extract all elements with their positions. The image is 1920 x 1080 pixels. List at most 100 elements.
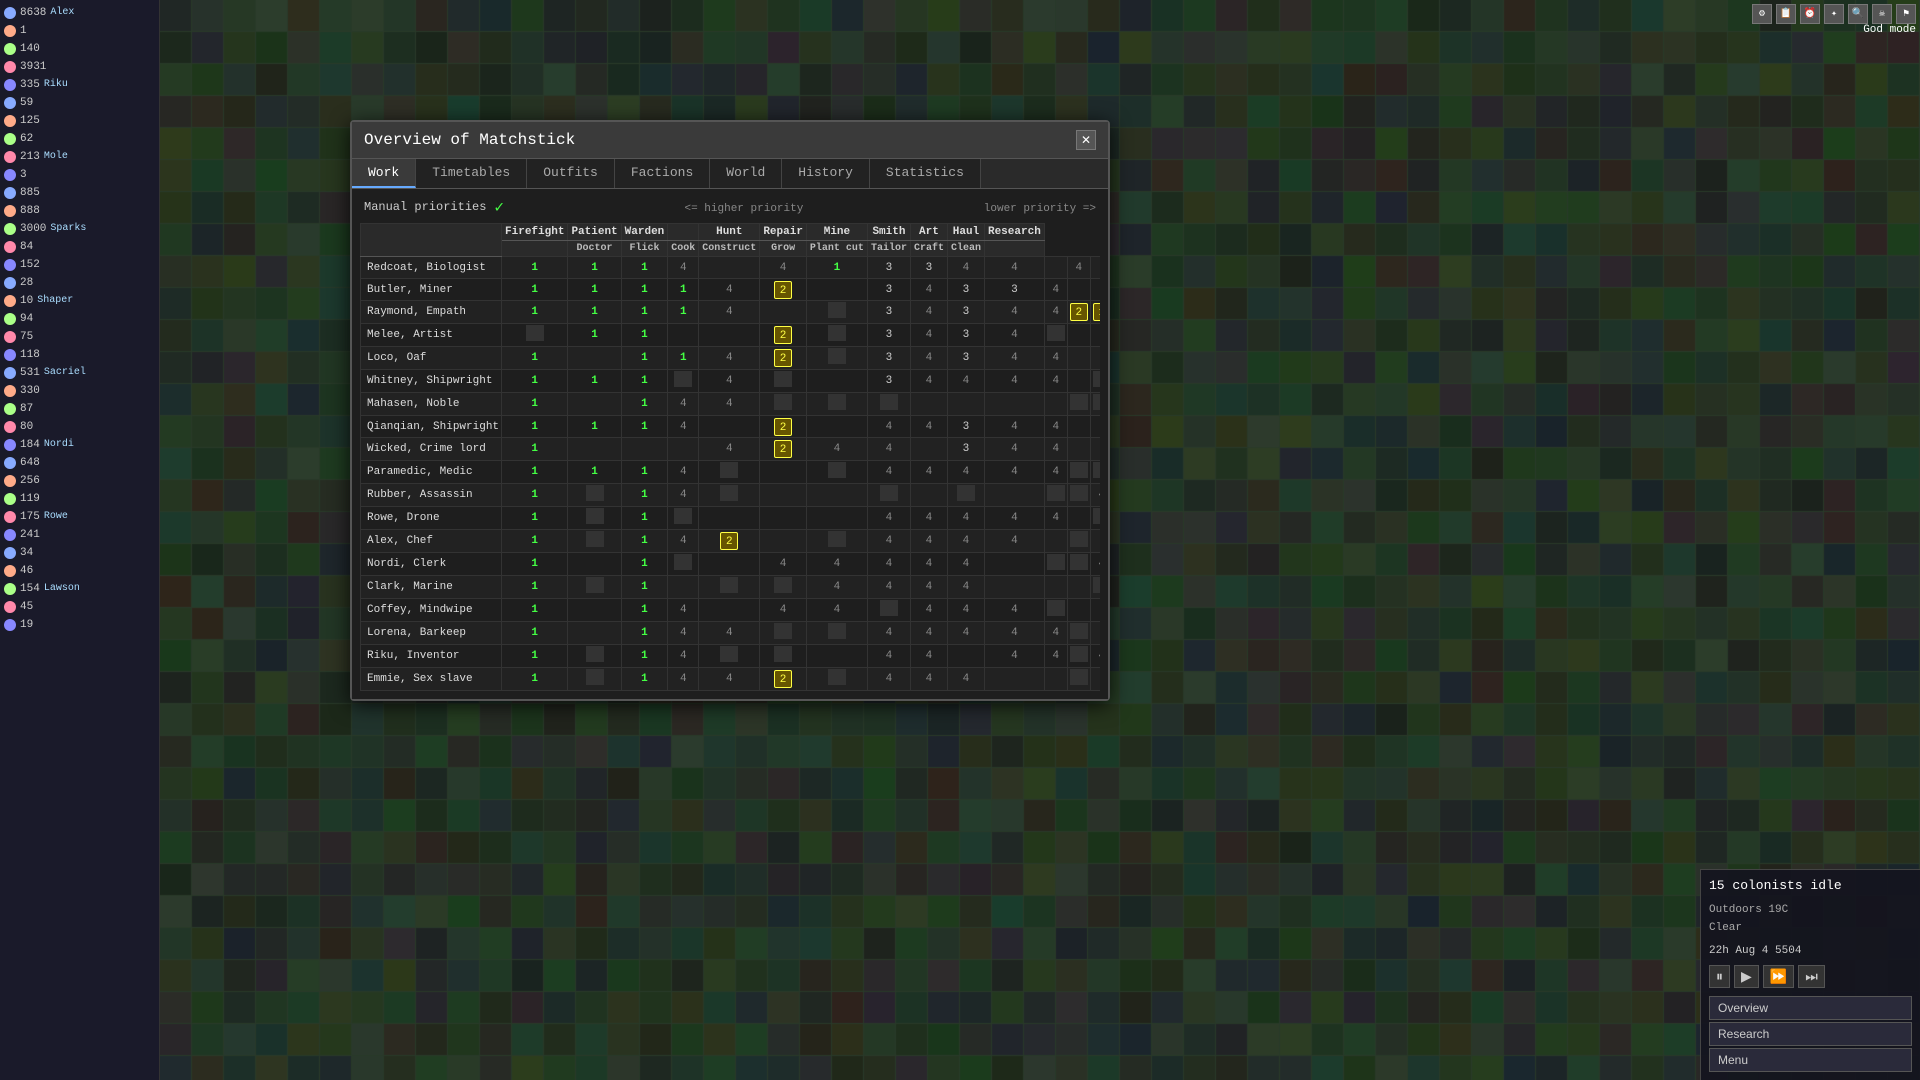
work-cell[interactable]: 4 bbox=[984, 324, 1044, 347]
work-cell[interactable]: 2 bbox=[760, 416, 807, 438]
work-cell[interactable] bbox=[1090, 416, 1100, 438]
work-cell[interactable]: 3 bbox=[867, 370, 910, 393]
work-cell[interactable] bbox=[806, 370, 867, 393]
work-cell[interactable] bbox=[668, 370, 699, 393]
work-cell[interactable]: 1 bbox=[621, 324, 668, 347]
hud-icon-6[interactable]: ☠ bbox=[1872, 4, 1892, 24]
work-cell[interactable]: 1 bbox=[502, 279, 568, 301]
work-cell[interactable]: 4 bbox=[984, 370, 1044, 393]
work-cell[interactable]: 4 bbox=[947, 576, 984, 599]
work-cell[interactable] bbox=[1044, 576, 1067, 599]
work-cell[interactable] bbox=[568, 668, 621, 691]
work-cell[interactable] bbox=[1067, 438, 1090, 461]
work-cell[interactable]: 4 bbox=[910, 279, 947, 301]
work-cell[interactable] bbox=[984, 668, 1044, 691]
work-cell[interactable] bbox=[806, 484, 867, 507]
work-cell[interactable] bbox=[1067, 599, 1090, 622]
work-cell[interactable]: 4 bbox=[1044, 438, 1067, 461]
tab-world[interactable]: World bbox=[710, 159, 782, 188]
work-cell[interactable] bbox=[947, 645, 984, 668]
work-cell[interactable]: 3 bbox=[867, 301, 910, 324]
tab-work[interactable]: Work bbox=[352, 159, 416, 188]
work-cell[interactable]: 1 bbox=[502, 576, 568, 599]
work-cell[interactable] bbox=[947, 393, 984, 416]
work-cell[interactable] bbox=[568, 599, 621, 622]
work-cell[interactable] bbox=[760, 370, 807, 393]
work-cell[interactable]: 4 bbox=[699, 393, 760, 416]
br-menu-overview[interactable]: Overview bbox=[1709, 996, 1912, 1020]
work-cell[interactable]: 4 bbox=[947, 507, 984, 530]
work-cell[interactable] bbox=[806, 645, 867, 668]
work-cell[interactable]: 4 bbox=[806, 599, 867, 622]
work-cell[interactable]: 2 bbox=[760, 347, 807, 370]
work-cell[interactable]: 1 bbox=[568, 301, 621, 324]
work-cell[interactable] bbox=[699, 461, 760, 484]
work-cell[interactable]: 4 bbox=[984, 530, 1044, 553]
work-cell[interactable] bbox=[1067, 530, 1090, 553]
work-cell[interactable]: 4 bbox=[984, 347, 1044, 370]
work-cell[interactable]: 1 bbox=[621, 576, 668, 599]
work-cell[interactable] bbox=[867, 393, 910, 416]
work-cell[interactable]: 4 bbox=[1044, 301, 1067, 324]
work-cell[interactable]: 4 bbox=[947, 622, 984, 645]
work-cell[interactable] bbox=[1067, 370, 1090, 393]
work-cell[interactable]: 4 bbox=[1044, 370, 1067, 393]
work-cell[interactable]: 3 bbox=[947, 347, 984, 370]
work-cell[interactable]: 4 bbox=[947, 257, 984, 279]
work-cell[interactable]: 2 bbox=[1067, 301, 1090, 324]
work-cell[interactable] bbox=[806, 461, 867, 484]
work-cell[interactable]: 4 bbox=[984, 645, 1044, 668]
work-cell[interactable] bbox=[699, 553, 760, 576]
work-cell[interactable]: 4 bbox=[947, 530, 984, 553]
work-cell[interactable] bbox=[699, 484, 760, 507]
work-cell[interactable]: 4 bbox=[867, 461, 910, 484]
work-cell[interactable]: 4 bbox=[867, 576, 910, 599]
work-cell[interactable]: 4 bbox=[668, 257, 699, 279]
work-cell[interactable] bbox=[1044, 553, 1067, 576]
work-cell[interactable]: 4 bbox=[1067, 257, 1090, 279]
work-cell[interactable]: 4 bbox=[910, 645, 947, 668]
work-cell[interactable]: 1 bbox=[502, 553, 568, 576]
work-cell[interactable]: 1 bbox=[568, 324, 621, 347]
work-cell[interactable]: 1 bbox=[502, 484, 568, 507]
work-cell[interactable]: 1 bbox=[621, 530, 668, 553]
work-cell[interactable] bbox=[568, 622, 621, 645]
work-cell[interactable] bbox=[760, 393, 807, 416]
work-cell[interactable]: 1 bbox=[668, 279, 699, 301]
work-cell[interactable]: 4 bbox=[1044, 645, 1067, 668]
work-cell[interactable] bbox=[760, 484, 807, 507]
work-cell[interactable] bbox=[1067, 279, 1090, 301]
work-cell[interactable]: 4 bbox=[867, 507, 910, 530]
work-cell[interactable]: 4 bbox=[867, 622, 910, 645]
work-cell[interactable]: 1 bbox=[621, 393, 668, 416]
work-cell[interactable] bbox=[867, 599, 910, 622]
work-cell[interactable]: 1 bbox=[502, 347, 568, 370]
work-cell[interactable]: 4 bbox=[1044, 622, 1067, 645]
work-cell[interactable] bbox=[699, 324, 760, 347]
work-cell[interactable] bbox=[1067, 507, 1090, 530]
work-cell[interactable] bbox=[760, 301, 807, 324]
work-cell[interactable]: 1 bbox=[668, 347, 699, 370]
work-cell[interactable]: 4 bbox=[760, 599, 807, 622]
work-cell[interactable]: 1 bbox=[568, 279, 621, 301]
control-button[interactable]: ⏩ bbox=[1763, 965, 1794, 988]
work-cell[interactable] bbox=[1044, 668, 1067, 691]
work-cell[interactable] bbox=[1067, 416, 1090, 438]
work-cell[interactable]: 4 bbox=[984, 507, 1044, 530]
work-cell[interactable] bbox=[910, 484, 947, 507]
work-cell[interactable]: 2 bbox=[760, 668, 807, 691]
work-cell[interactable]: 3 bbox=[947, 416, 984, 438]
work-cell[interactable] bbox=[1090, 347, 1100, 370]
work-cell[interactable]: 4 bbox=[699, 622, 760, 645]
work-cell[interactable]: 4 bbox=[867, 530, 910, 553]
work-cell[interactable]: 1 bbox=[502, 257, 568, 279]
tab-timetables[interactable]: Timetables bbox=[416, 159, 527, 188]
work-cell[interactable]: 1 bbox=[621, 553, 668, 576]
work-cell[interactable] bbox=[699, 576, 760, 599]
work-cell[interactable]: 4 bbox=[699, 347, 760, 370]
work-cell[interactable]: 4 bbox=[760, 553, 807, 576]
work-cell[interactable]: 1 bbox=[502, 438, 568, 461]
work-cell[interactable]: 4 bbox=[668, 668, 699, 691]
work-cell[interactable]: 4 bbox=[947, 461, 984, 484]
work-cell[interactable]: 1 bbox=[502, 599, 568, 622]
